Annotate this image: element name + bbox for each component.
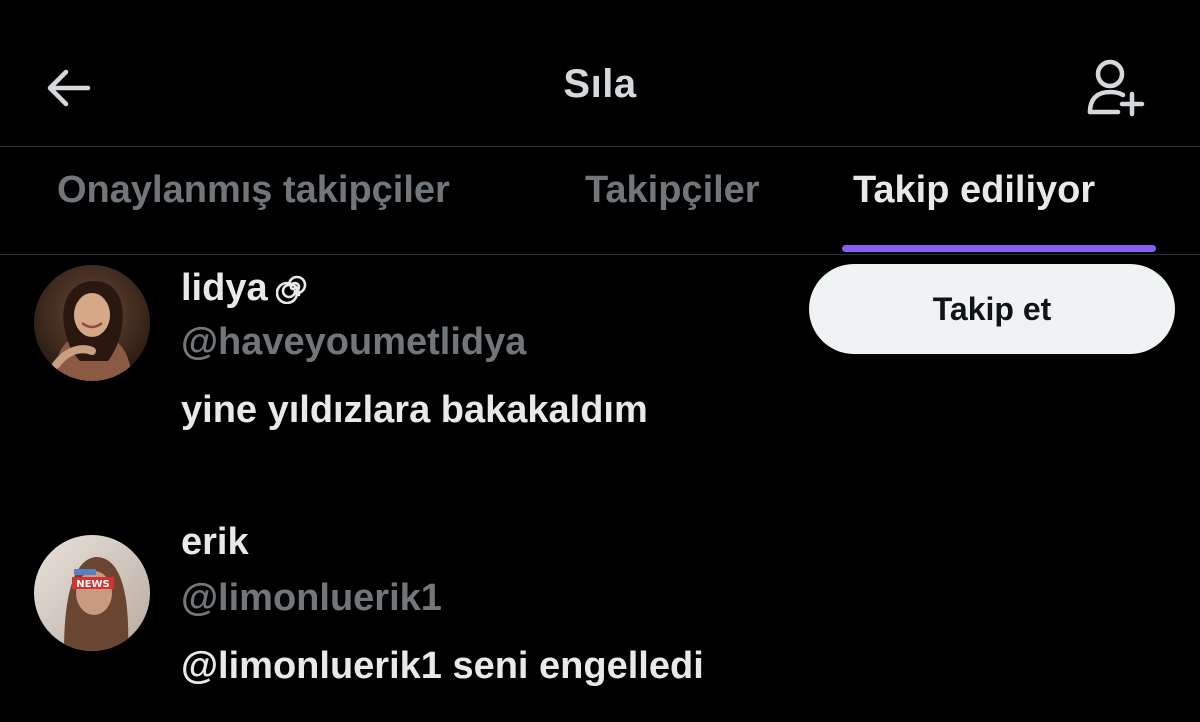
user-name: erik — [181, 521, 249, 563]
avatar[interactable] — [34, 265, 150, 381]
user-list-item[interactable]: lidya @haveyoumetlidya yine yıldızlara b… — [0, 255, 1200, 505]
user-plus-icon — [1087, 59, 1145, 117]
top-bar: Sıla — [0, 0, 1200, 146]
user-list-item[interactable]: NEWS erik @limonluerik1 @limonluerik1 se… — [0, 505, 1200, 722]
avatar[interactable]: NEWS — [34, 535, 150, 651]
spiral-icon — [275, 275, 306, 304]
user-handle: @limonluerik1 — [181, 577, 442, 619]
tab-verified-followers[interactable]: Onaylanmış takipçiler — [57, 169, 450, 212]
add-user-button[interactable] — [1078, 52, 1150, 124]
user-handle: @haveyoumetlidya — [181, 321, 527, 363]
follow-button[interactable]: Takip et — [809, 264, 1175, 354]
user-bio: @limonluerik1 seni engelledi — [181, 645, 704, 687]
active-tab-indicator — [842, 245, 1156, 252]
tab-bar: Onaylanmış takipçiler Takipçiler Takip e… — [0, 147, 1200, 254]
user-bio: yine yıldızlara bakakaldım — [181, 389, 648, 431]
page-title: Sıla — [563, 62, 637, 106]
tab-following[interactable]: Takip ediliyor — [853, 169, 1095, 212]
tab-followers[interactable]: Takipçiler — [585, 169, 760, 212]
user-name: lidya — [181, 267, 310, 310]
avatar-overlay-text: NEWS — [76, 579, 109, 590]
